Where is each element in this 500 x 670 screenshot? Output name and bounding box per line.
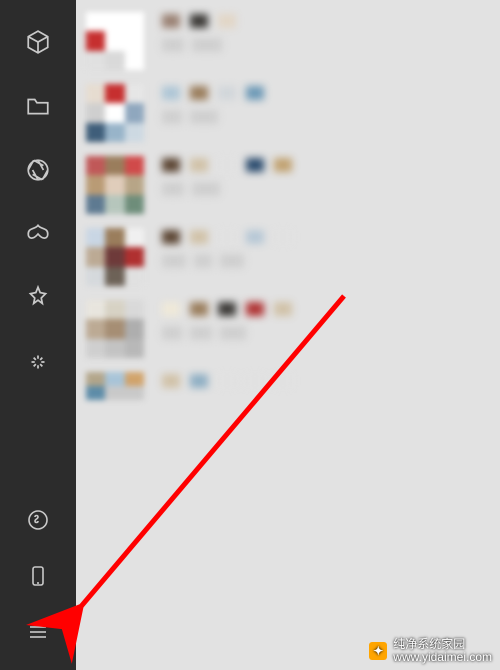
phone-icon[interactable] bbox=[24, 562, 52, 590]
mini-program-icon[interactable] bbox=[24, 506, 52, 534]
list-item-title bbox=[162, 374, 496, 388]
butterfly-icon[interactable] bbox=[24, 220, 52, 248]
aperture-icon[interactable] bbox=[24, 156, 52, 184]
list-item-subtitle bbox=[162, 38, 496, 52]
list-item-thumbnail bbox=[86, 300, 144, 358]
list-item-meta bbox=[162, 372, 496, 388]
menu-icon[interactable] bbox=[24, 618, 52, 646]
watermark-url: www.yidaimei.com bbox=[393, 651, 492, 664]
sidebar bbox=[0, 0, 76, 670]
list-item[interactable] bbox=[82, 366, 500, 408]
sidebar-bottom-group bbox=[24, 492, 52, 660]
watermark-title: 纯净系统家园 bbox=[393, 638, 492, 651]
list-item-meta bbox=[162, 156, 496, 206]
list-item-title bbox=[162, 14, 496, 28]
list-item-subtitle bbox=[162, 110, 496, 124]
sparkle-icon[interactable] bbox=[24, 348, 52, 376]
list-item-thumbnail bbox=[86, 84, 144, 142]
list-item[interactable] bbox=[82, 78, 500, 150]
list-item-subtitle bbox=[162, 326, 496, 340]
list-item-meta bbox=[162, 12, 496, 62]
list-item[interactable] bbox=[82, 150, 500, 222]
watermark-logo-icon: ✦ bbox=[369, 642, 387, 660]
list-item-subtitle bbox=[162, 254, 496, 268]
list-item-thumbnail bbox=[86, 156, 144, 214]
list-item-meta bbox=[162, 300, 496, 350]
list-item-title bbox=[162, 158, 496, 172]
watermark: ✦ 纯净系统家园 www.yidaimei.com bbox=[369, 638, 492, 664]
list-item-meta bbox=[162, 228, 496, 278]
list-item-meta bbox=[162, 84, 496, 134]
list-item[interactable] bbox=[82, 222, 500, 294]
list-item-title bbox=[162, 230, 496, 244]
list-item[interactable] bbox=[82, 6, 500, 78]
list-item-thumbnail bbox=[86, 228, 144, 286]
list-item-subtitle bbox=[162, 182, 496, 196]
list-item-title bbox=[162, 86, 496, 100]
list-item-thumbnail bbox=[86, 12, 144, 70]
content-list bbox=[76, 0, 500, 670]
cube-icon[interactable] bbox=[24, 28, 52, 56]
compass-star-icon[interactable] bbox=[24, 284, 52, 312]
list-item[interactable] bbox=[82, 294, 500, 366]
list-item-title bbox=[162, 302, 496, 316]
list-item-thumbnail bbox=[86, 372, 144, 400]
folder-icon[interactable] bbox=[24, 92, 52, 120]
